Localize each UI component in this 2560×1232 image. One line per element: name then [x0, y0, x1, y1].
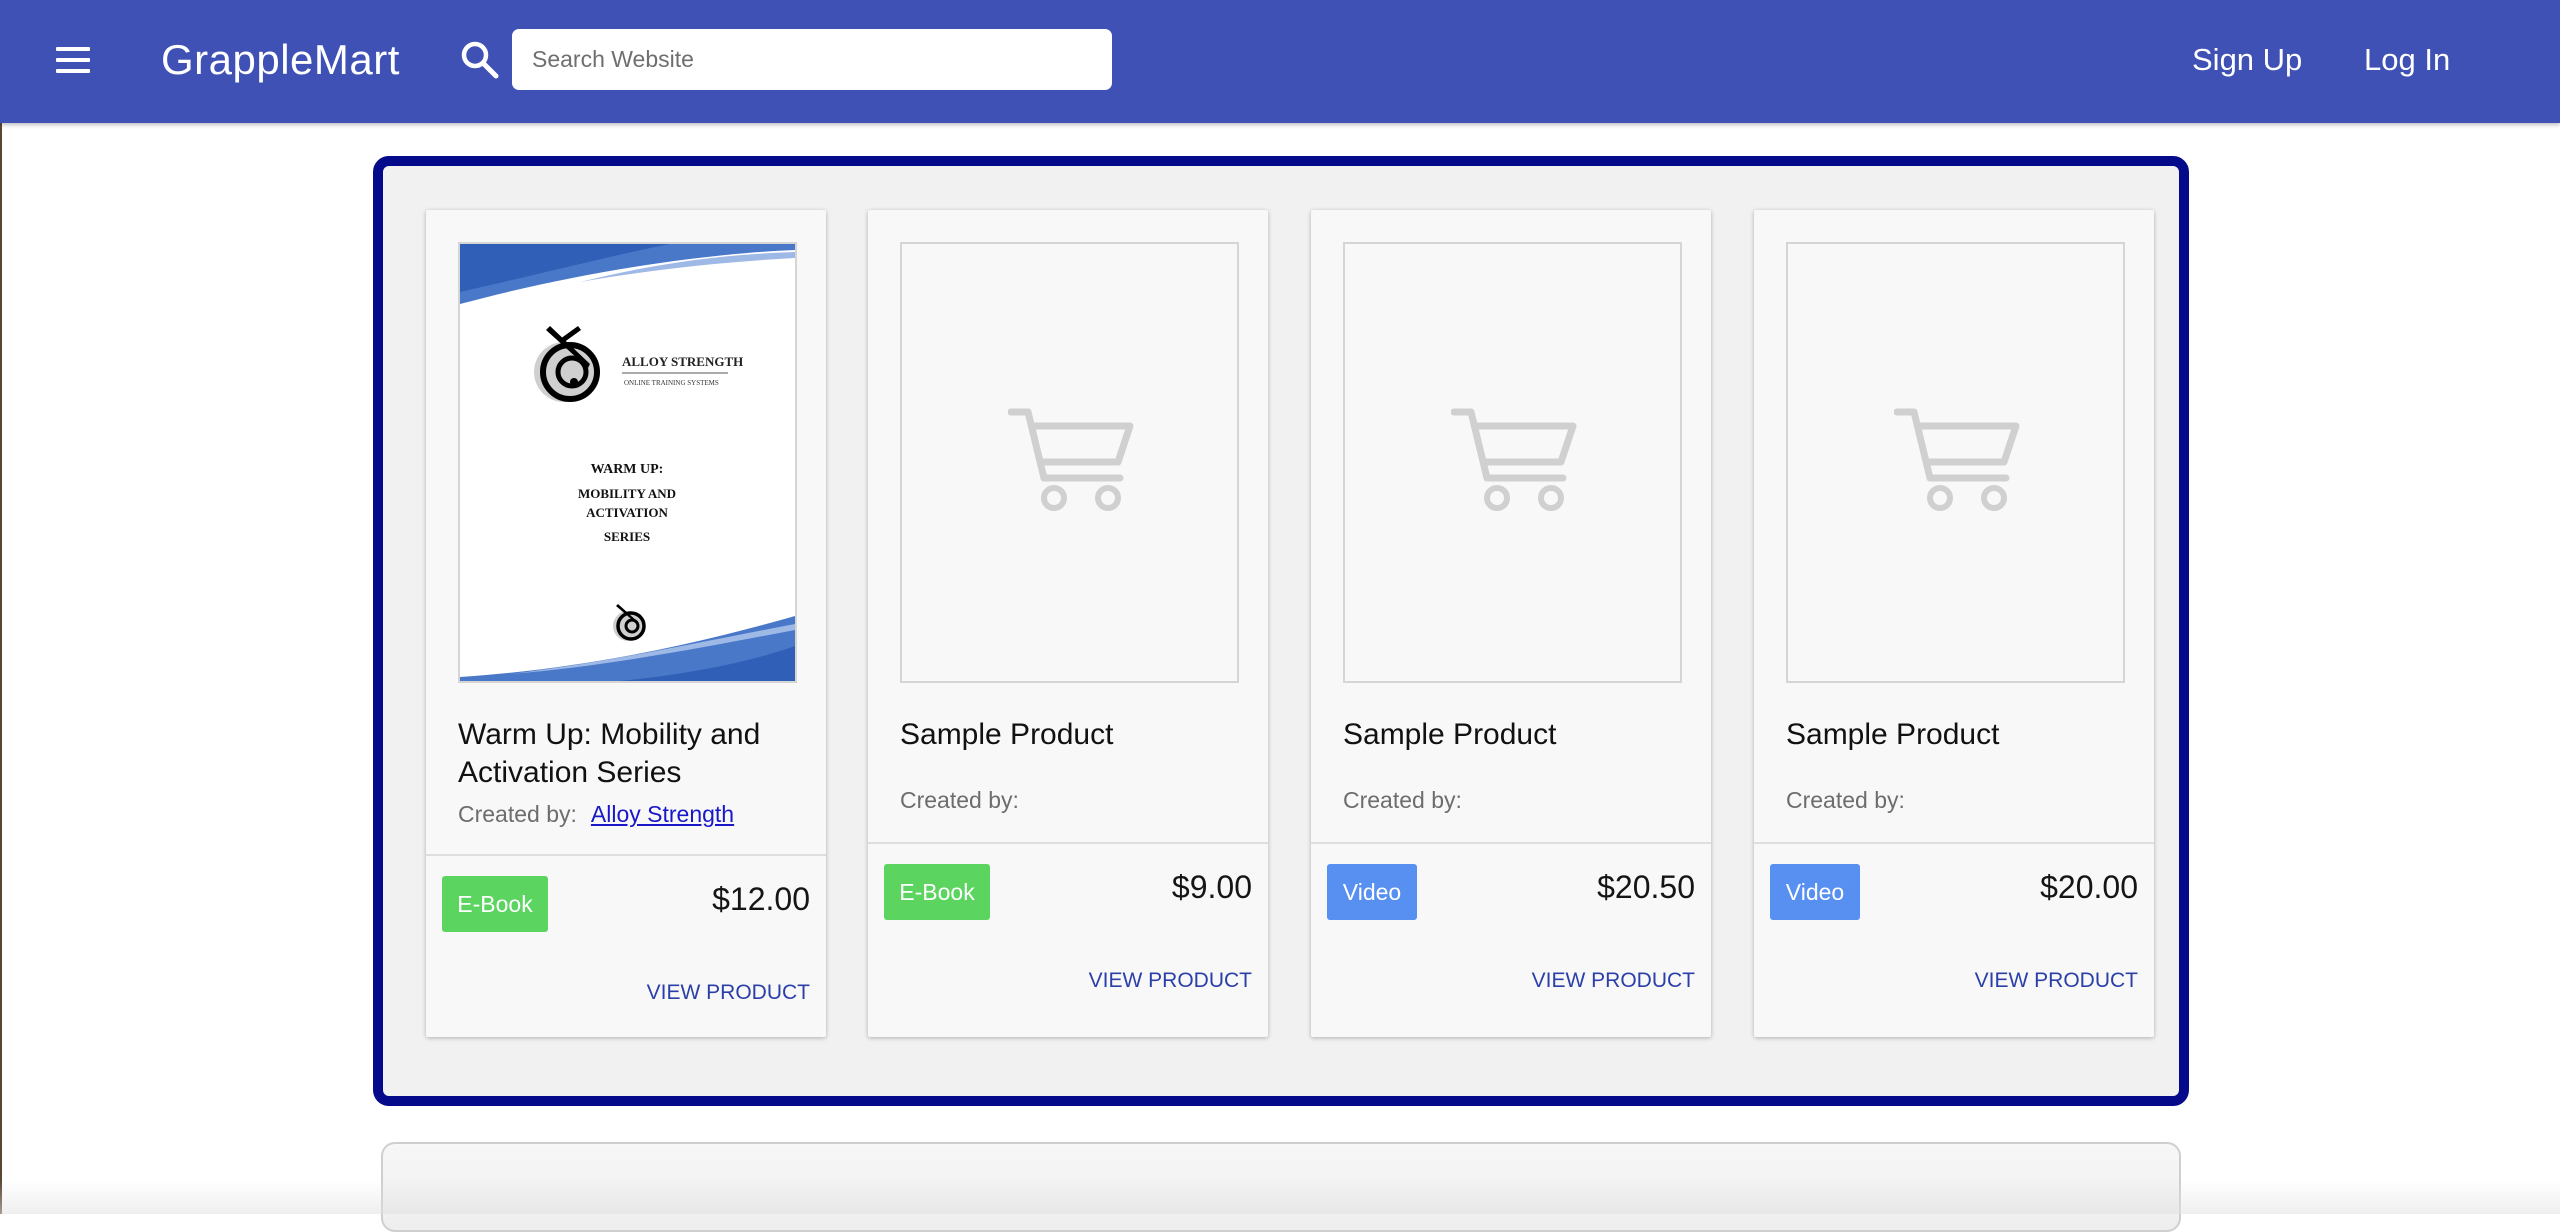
- site-logo[interactable]: GrappleMart: [161, 30, 400, 90]
- cover-line: ACTIVATION: [586, 505, 668, 520]
- product-image-placeholder[interactable]: [1343, 242, 1682, 683]
- created-by: Created by: Alloy Strength: [458, 799, 734, 829]
- view-product-link[interactable]: VIEW PRODUCT: [1975, 967, 2138, 995]
- product-image-ebook-cover[interactable]: ALLOY STRENGTH ONLINE TRAINING SYSTEMS W…: [458, 242, 797, 683]
- cart-icon: [1451, 408, 1577, 511]
- product-price: $9.00: [1171, 869, 1252, 905]
- window-edge: [0, 123, 2, 1214]
- cover-brand: ALLOY STRENGTH: [622, 354, 743, 369]
- featured-products-panel: ALLOY STRENGTH ONLINE TRAINING SYSTEMS W…: [373, 156, 2189, 1106]
- created-by: Created by:: [1786, 785, 1905, 815]
- search-icon[interactable]: [458, 38, 502, 82]
- author-link[interactable]: Alloy Strength: [591, 801, 734, 827]
- created-by-label: Created by:: [1786, 787, 1905, 813]
- cover-tagline: ONLINE TRAINING SYSTEMS: [624, 379, 719, 387]
- view-product-link[interactable]: VIEW PRODUCT: [1532, 967, 1695, 995]
- cart-icon: [1894, 408, 2020, 511]
- ebook-cover-image: ALLOY STRENGTH ONLINE TRAINING SYSTEMS W…: [460, 244, 795, 681]
- card-divider: [1311, 842, 1711, 844]
- product-title[interactable]: Warm Up: Mobility and Activation Series: [458, 716, 803, 792]
- log-in-link[interactable]: Log In: [2364, 38, 2450, 82]
- product-title[interactable]: Sample Product: [900, 716, 1245, 754]
- product-title[interactable]: Sample Product: [1343, 716, 1688, 754]
- product-price: $12.00: [712, 881, 810, 917]
- cover-line: WARM UP:: [591, 462, 664, 477]
- menu-icon[interactable]: [52, 42, 92, 78]
- product-image-placeholder[interactable]: [1786, 242, 2125, 683]
- view-product-link[interactable]: VIEW PRODUCT: [647, 979, 810, 1007]
- page-fade: [0, 1180, 2560, 1214]
- created-by-label: Created by:: [458, 801, 577, 827]
- category-badge: Video: [1327, 864, 1417, 920]
- product-card[interactable]: Sample Product Created by: Video $20.50 …: [1311, 210, 1711, 1037]
- product-title[interactable]: Sample Product: [1786, 716, 2131, 754]
- card-divider: [868, 842, 1268, 844]
- cart-icon: [1008, 408, 1134, 511]
- product-price: $20.50: [1597, 869, 1695, 905]
- sign-up-link[interactable]: Sign Up: [2192, 38, 2302, 82]
- card-divider: [426, 854, 826, 856]
- top-app-bar: GrappleMart Sign Up Log In: [0, 0, 2560, 123]
- product-image-placeholder[interactable]: [900, 242, 1239, 683]
- created-by: Created by:: [900, 785, 1019, 815]
- created-by-label: Created by:: [900, 787, 1019, 813]
- cover-line: MOBILITY AND: [578, 486, 676, 501]
- product-card[interactable]: Sample Product Created by: E-Book $9.00 …: [868, 210, 1268, 1037]
- category-badge: Video: [1770, 864, 1860, 920]
- category-badge: E-Book: [442, 876, 548, 932]
- view-product-link[interactable]: VIEW PRODUCT: [1089, 967, 1252, 995]
- card-divider: [1754, 842, 2154, 844]
- product-price: $20.00: [2040, 869, 2138, 905]
- cover-line: SERIES: [604, 529, 650, 544]
- product-card[interactable]: Sample Product Created by: Video $20.00 …: [1754, 210, 2154, 1037]
- product-card[interactable]: ALLOY STRENGTH ONLINE TRAINING SYSTEMS W…: [426, 210, 826, 1037]
- search-input[interactable]: [512, 29, 1112, 90]
- created-by: Created by:: [1343, 785, 1462, 815]
- category-badge: E-Book: [884, 864, 990, 920]
- created-by-label: Created by:: [1343, 787, 1462, 813]
